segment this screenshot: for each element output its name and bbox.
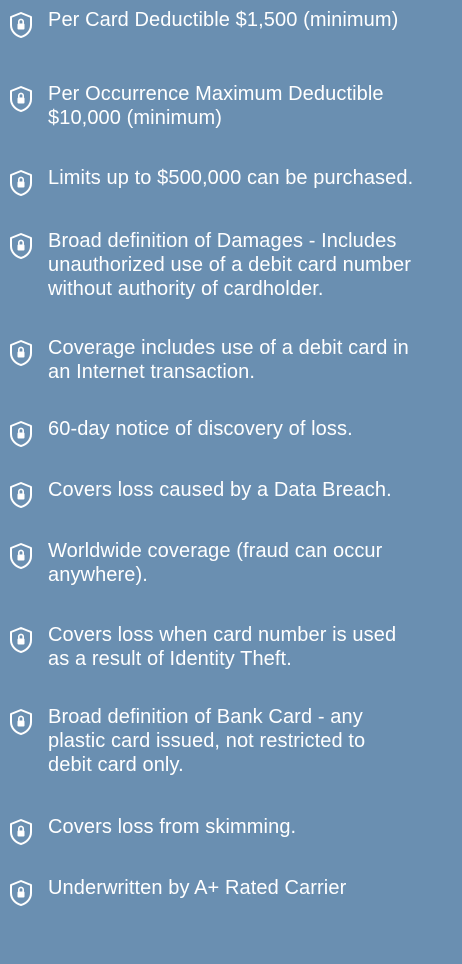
shield-lock-icon	[8, 232, 34, 260]
shield-lock-icon	[8, 85, 34, 113]
shield-lock-icon	[8, 818, 34, 846]
feature-text: 60-day notice of discovery of loss.	[48, 417, 353, 441]
feature-line: Covers loss caused by a Data Breach.	[48, 479, 392, 501]
feature-text: Broad definition of Damages - Includes u…	[48, 229, 411, 301]
feature-line: Broad definition of Damages - Includes	[48, 230, 397, 252]
feature-line: Covers loss when card number is used	[48, 624, 397, 646]
feature-line: debit card only.	[48, 754, 184, 776]
shield-lock-icon	[8, 169, 34, 197]
feature-item: Per Card Deductible $1,500 (minimum)	[0, 8, 462, 39]
shield-lock-icon	[8, 542, 34, 570]
feature-item: 60-day notice of discovery of loss.	[0, 417, 462, 448]
feature-text: Coverage includes use of a debit card in…	[48, 336, 409, 384]
feature-line: unauthorized use of a debit card number	[48, 254, 412, 276]
feature-item: Broad definition of Damages - Includes u…	[0, 229, 462, 301]
feature-text: Covers loss from skimming.	[48, 815, 296, 839]
feature-text: Per Occurrence Maximum Deductible $10,00…	[48, 82, 384, 130]
feature-line: an Internet transaction.	[48, 361, 255, 383]
shield-lock-icon	[8, 420, 34, 448]
feature-item: Limits up to $500,000 can be purchased.	[0, 166, 462, 197]
feature-line: as a result of Identity Theft.	[48, 648, 292, 670]
feature-list: Per Card Deductible $1,500 (minimum) Per…	[0, 0, 462, 964]
feature-item: Covers loss caused by a Data Breach.	[0, 478, 462, 509]
shield-lock-icon	[8, 879, 34, 907]
feature-text: Limits up to $500,000 can be purchased.	[48, 166, 413, 190]
feature-item: Worldwide coverage (fraud can occur anyw…	[0, 539, 462, 587]
feature-line: Covers loss from skimming.	[48, 816, 297, 838]
feature-line: Worldwide coverage (fraud can occur	[48, 540, 383, 562]
feature-item: Covers loss when card number is used as …	[0, 623, 462, 671]
feature-line: anywhere).	[48, 564, 148, 586]
feature-text: Covers loss when card number is used as …	[48, 623, 396, 671]
feature-text: Broad definition of Bank Card - any plas…	[48, 705, 365, 777]
feature-item: Coverage includes use of a debit card in…	[0, 336, 462, 384]
feature-line: plastic card issued, not restricted to	[48, 730, 366, 752]
feature-line: Limits up to $500,000 can be purchased.	[48, 167, 414, 189]
feature-line: 60-day notice of discovery of loss.	[48, 418, 353, 440]
feature-item: Covers loss from skimming.	[0, 815, 462, 846]
shield-lock-icon	[8, 339, 34, 367]
feature-line: Coverage includes use of a debit card in	[48, 337, 409, 359]
feature-line: $10,000 (minimum)	[48, 107, 222, 129]
feature-line: Underwritten by A+ Rated Carrier	[48, 877, 347, 899]
feature-line: Per Card Deductible $1,500 (minimum)	[48, 9, 399, 31]
feature-item: Per Occurrence Maximum Deductible $10,00…	[0, 82, 462, 130]
feature-text: Underwritten by A+ Rated Carrier	[48, 876, 346, 900]
shield-lock-icon	[8, 481, 34, 509]
feature-line: without authority of cardholder.	[48, 278, 324, 300]
feature-line: Broad definition of Bank Card - any	[48, 706, 363, 728]
feature-text: Covers loss caused by a Data Breach.	[48, 478, 392, 502]
feature-item: Broad definition of Bank Card - any plas…	[0, 705, 462, 777]
shield-lock-icon	[8, 11, 34, 39]
shield-lock-icon	[8, 626, 34, 654]
feature-text: Worldwide coverage (fraud can occur anyw…	[48, 539, 382, 587]
feature-item: Underwritten by A+ Rated Carrier	[0, 876, 462, 907]
shield-lock-icon	[8, 708, 34, 736]
feature-line: Per Occurrence Maximum Deductible	[48, 83, 384, 105]
feature-text: Per Card Deductible $1,500 (minimum)	[48, 8, 398, 32]
